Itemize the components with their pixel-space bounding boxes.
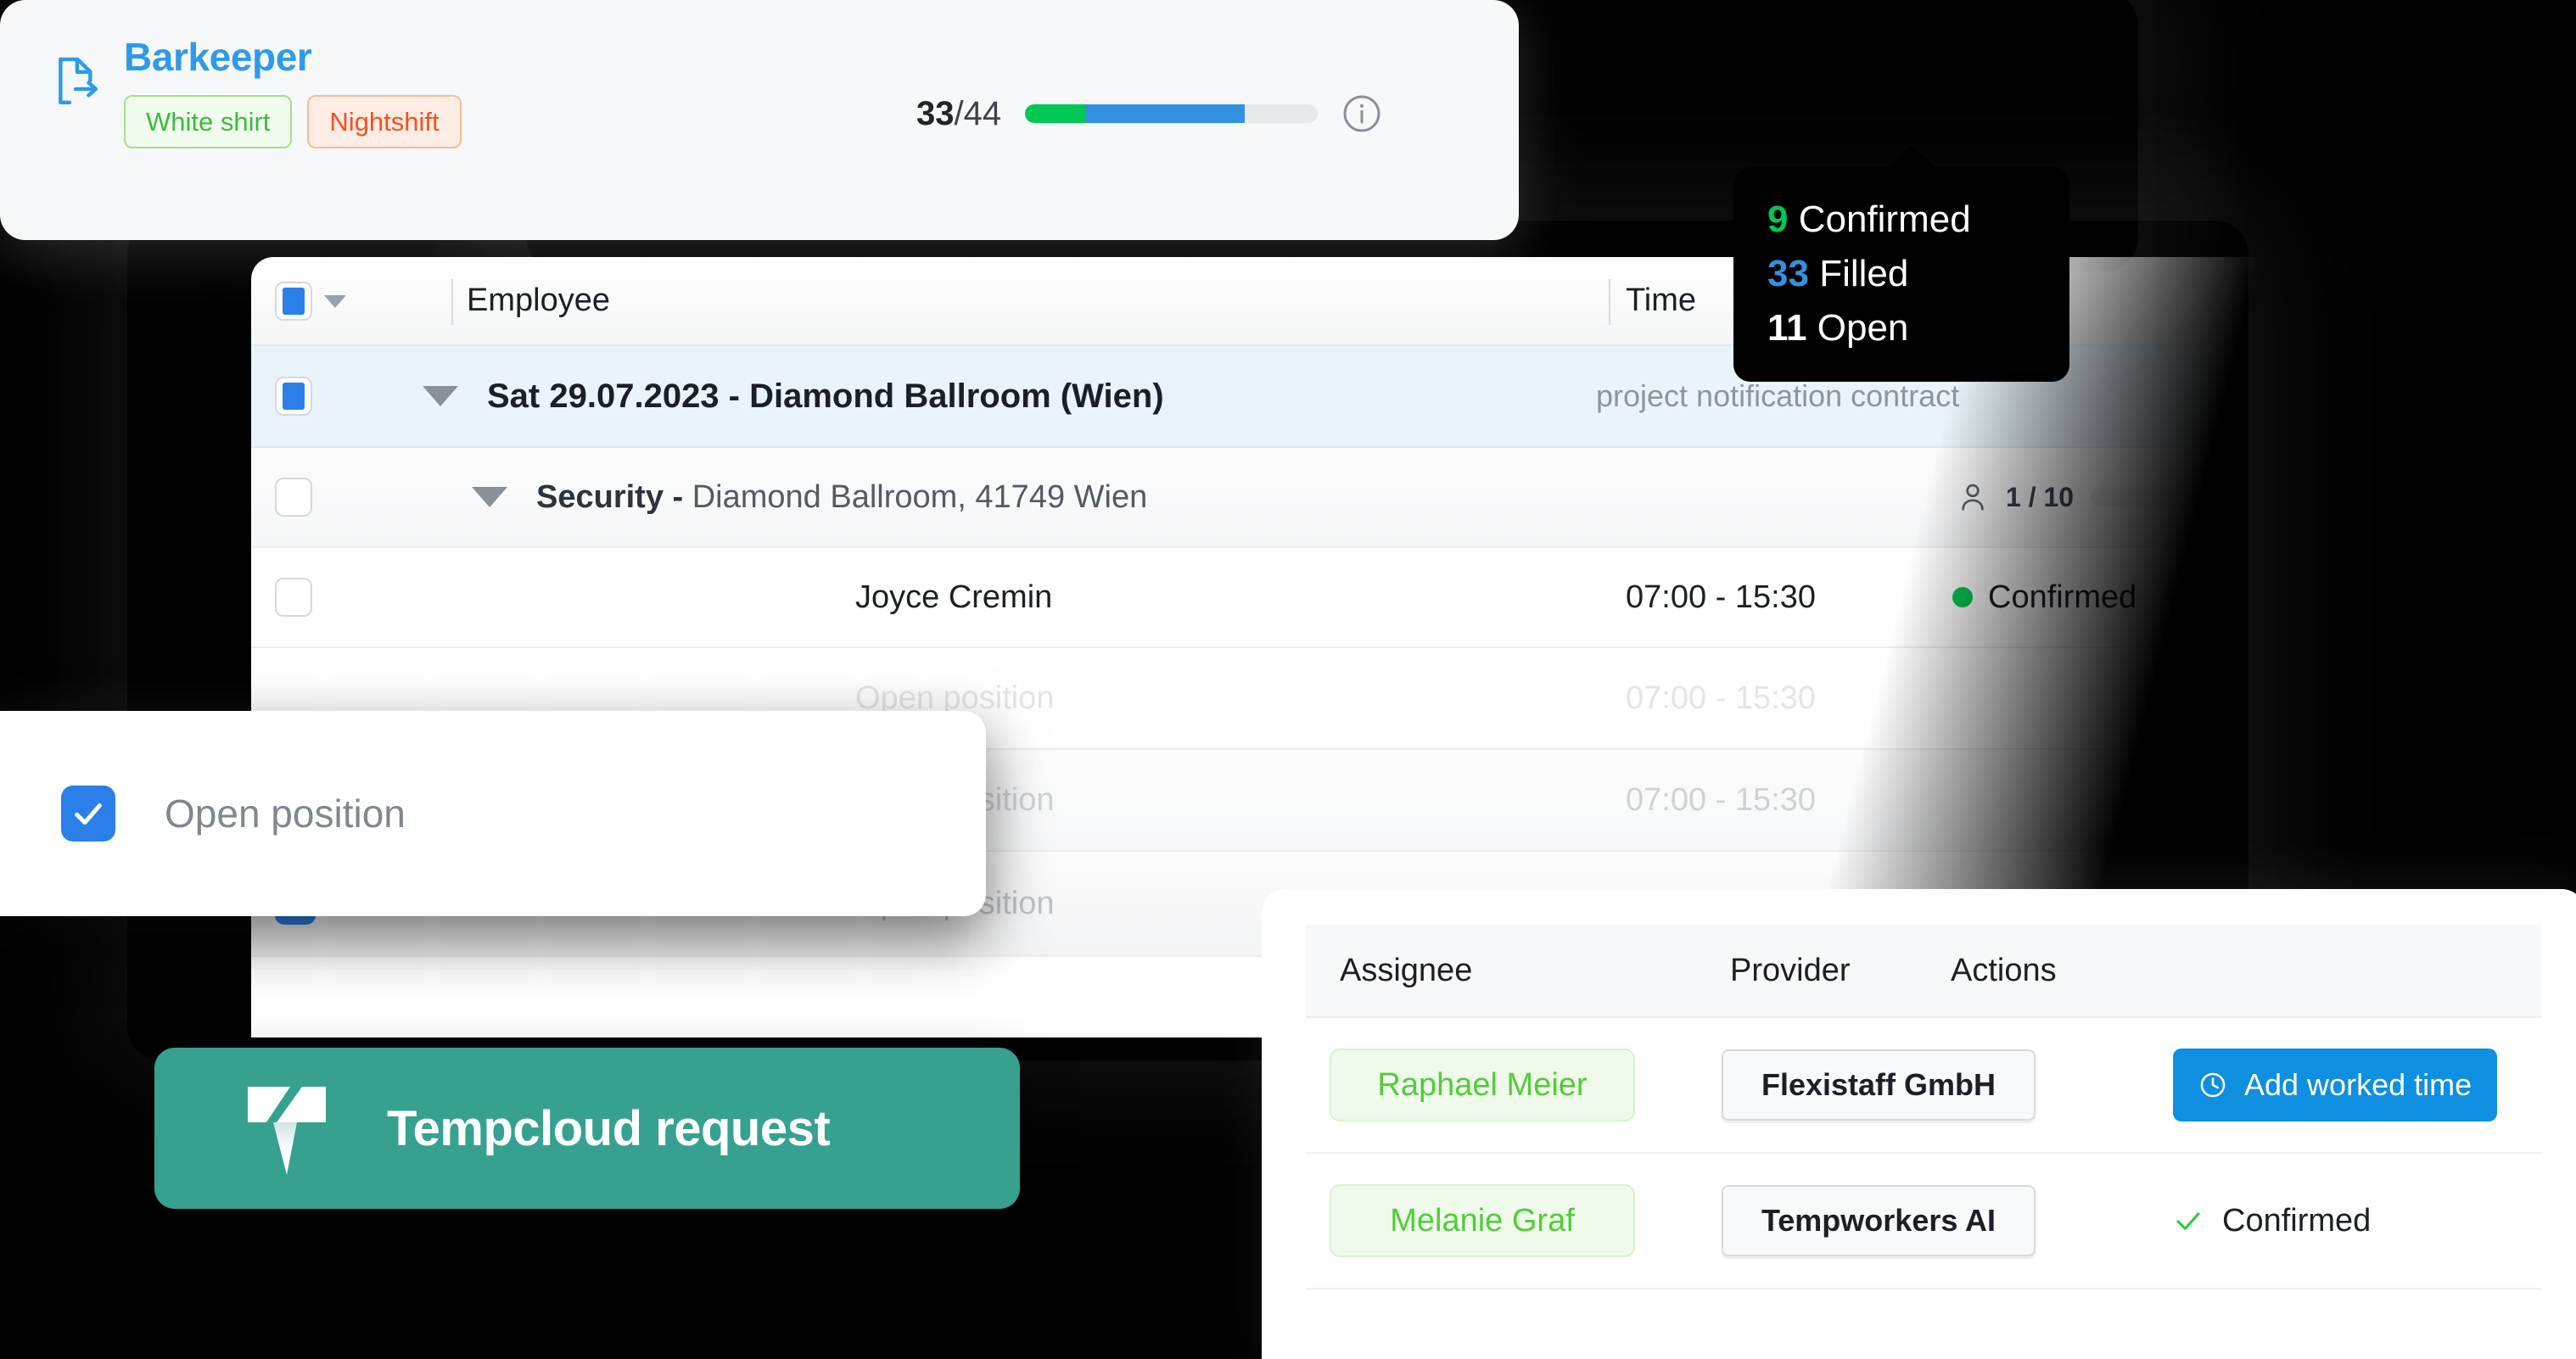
select-all-checkbox-group[interactable]: [275, 282, 346, 321]
assignee-chip[interactable]: Melanie Graf: [1330, 1184, 1635, 1257]
tooltip-value-filled: 33: [1767, 252, 1809, 294]
tooltip-value-open: 11: [1767, 306, 1807, 349]
shift-title-block: Barkeeper White shirt Nightshift: [53, 37, 462, 148]
tempcloud-t-logo-icon: [248, 1087, 326, 1175]
expand-triangle-icon[interactable]: [472, 487, 507, 507]
group-row-name-cell: Security - Diamond Ballroom, 41749 Wien: [472, 479, 1147, 516]
detail-column-header-provider[interactable]: Provider: [1730, 953, 1851, 989]
shift-tags: White shirt Nightshift: [124, 95, 462, 148]
fill-total: /44: [954, 94, 1002, 132]
progress-segment-filled: [1084, 104, 1245, 123]
column-header-time[interactable]: Time: [1626, 282, 1696, 319]
shift-fill-progress: 33/44: [916, 93, 1382, 134]
date-row-name-cell: Sat 29.07.2023 - Diamond Ballroom (Wien): [423, 378, 1164, 416]
group-progress-bar: [2091, 488, 2244, 506]
expand-triangle-icon[interactable]: [423, 386, 458, 406]
detail-column-header-actions[interactable]: Actions: [1951, 953, 2057, 989]
row-time: 07:00 - 15:30: [1626, 680, 1816, 716]
group-row-count-text: 1 / 10: [2006, 481, 2075, 512]
detail-table-row[interactable]: Raphael Meier Flexistaff GmbH Add worked…: [1306, 1018, 2541, 1154]
group-row-label: Security - Diamond Ballroom, 41749 Wien: [536, 479, 1147, 516]
tooltip-label-open: Open: [1817, 306, 1909, 349]
detail-column-header-assignee[interactable]: Assignee: [1340, 953, 1472, 989]
progress-segment-confirmed: [1025, 104, 1085, 123]
checkbox-indeterminate-mark: [283, 383, 305, 410]
tooltip-arrow: [1886, 145, 1937, 169]
row-employee-name: Joyce Cremin: [855, 579, 1053, 615]
row-status: Confirmed: [1952, 579, 2136, 616]
detail-table-row[interactable]: Melanie Graf Tempworkers AI Confirmed: [1306, 1154, 2541, 1289]
tag-white-shirt[interactable]: White shirt: [124, 95, 293, 148]
shift-title-and-tags: Barkeeper White shirt Nightshift: [124, 37, 462, 148]
chevron-down-icon[interactable]: [324, 294, 346, 308]
assignment-detail-card: Assignee Provider Actions Raphael Meier …: [1262, 889, 2576, 1359]
header-divider: [451, 279, 453, 325]
table-row-position-group[interactable]: Security - Diamond Ballroom, 41749 Wien …: [251, 448, 2338, 548]
check-icon: [75, 803, 102, 825]
shift-detail-card: Barkeeper White shirt Nightshift 33/44: [0, 0, 1519, 240]
row-time: 07:00 - 15:30: [1626, 579, 1816, 615]
screenshot-stage: Employee Time Status Sat 29.07.2023 - Di…: [0, 0, 2576, 1359]
progress-bar-track: [1025, 104, 1319, 123]
row-checkbox-wrapper[interactable]: [275, 478, 312, 517]
select-all-checkbox[interactable]: [275, 282, 312, 321]
tempcloud-request-label: Tempcloud request: [387, 1100, 831, 1156]
tooltip-value-confirmed: 9: [1767, 199, 1789, 240]
tooltip-line-confirmed: 9 Confirmed: [1767, 193, 2041, 247]
tempcloud-request-button[interactable]: Tempcloud request: [154, 1048, 1020, 1209]
header-divider: [1609, 279, 1610, 325]
column-header-employee[interactable]: Employee: [467, 282, 610, 319]
tooltip-line-filled: 33 Filled: [1767, 247, 2041, 301]
group-row-staffing: 1 / 10: [1957, 479, 2244, 515]
info-icon[interactable]: [1341, 93, 1382, 134]
row-checkbox-wrapper[interactable]: [275, 578, 312, 617]
date-row-checkbox[interactable]: [275, 377, 312, 416]
provider-chip[interactable]: Flexistaff GmbH: [1722, 1049, 2036, 1121]
detail-table-header: Assignee Provider Actions: [1306, 925, 2541, 1018]
table-row[interactable]: Joyce Cremin 07:00 - 15:30 Confirmed: [251, 548, 2338, 648]
document-export-icon[interactable]: [53, 56, 100, 109]
tooltip-label-confirmed: Confirmed: [1798, 199, 1971, 240]
row-checkbox-wrapper[interactable]: [275, 377, 312, 416]
confirmed-status-label: Confirmed: [2222, 1202, 2372, 1239]
fill-stats-tooltip: 9 Confirmed 33 Filled 11 Open: [1733, 145, 2069, 383]
open-position-checkbox[interactable]: [61, 786, 115, 842]
tag-nightshift[interactable]: Nightshift: [307, 95, 462, 148]
provider-chip[interactable]: Tempworkers AI: [1722, 1185, 2036, 1256]
row-checkbox[interactable]: [275, 578, 312, 617]
check-icon: [2176, 1212, 2200, 1230]
shift-title[interactable]: Barkeeper: [124, 37, 462, 76]
fill-count: 33: [916, 94, 955, 132]
group-row-label-rest: Diamond Ballroom, 41749 Wien: [683, 478, 1148, 515]
confirmed-status: Confirmed: [2173, 1203, 2371, 1239]
add-worked-time-button[interactable]: Add worked time: [2173, 1049, 2498, 1121]
add-worked-time-label: Add worked time: [2244, 1067, 2472, 1102]
open-position-overlay-card[interactable]: Open position: [0, 711, 986, 916]
open-position-label: Open position: [165, 791, 406, 836]
fill-ratio-text: 33/44: [916, 95, 1001, 133]
row-status-label: Confirmed: [1988, 579, 2137, 615]
tooltip-line-open: 11 Open: [1767, 301, 2041, 355]
person-icon: [1962, 484, 1984, 511]
group-row-label-bold: Security -: [536, 478, 684, 515]
status-dot-icon: [1952, 587, 1973, 607]
tooltip-label-filled: Filled: [1819, 252, 1909, 294]
date-row-subtitle: project notification contract: [1596, 378, 1960, 413]
checkbox-indeterminate-mark: [283, 288, 305, 315]
clock-icon: [2200, 1072, 2226, 1098]
row-time: 07:00 - 15:30: [1626, 781, 1816, 818]
date-row-label: Sat 29.07.2023 - Diamond Ballroom (Wien): [487, 377, 1164, 415]
group-row-checkbox[interactable]: [275, 478, 312, 517]
assignee-chip[interactable]: Raphael Meier: [1330, 1049, 1635, 1121]
